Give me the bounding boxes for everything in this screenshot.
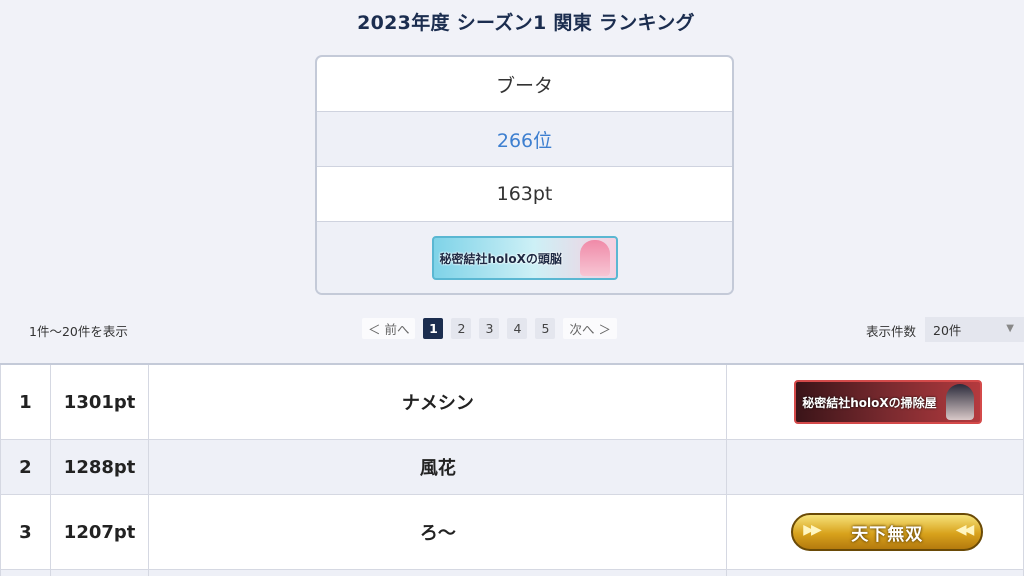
page-title: 2023年度 シーズン1 関東 ランキング [357,12,695,34]
per-page-label: 表示件数 [866,324,917,339]
rank-cell [0,569,51,576]
ranking-table: 1 1301pt ナメシン 秘密結社holoXの掃除屋 2 1288pt 風花 … [0,363,1024,576]
player-name-cell[interactable]: ナメシン [148,363,728,440]
page-button-4[interactable]: 4 [507,318,528,339]
profile-name: ブータ [317,57,732,112]
dropdown-arrow-icon: ▼ [1006,323,1014,334]
points-cell: 1301pt [49,363,150,440]
badge-cell: 秘密結社holoXの掃除屋 [726,363,1024,440]
rank-cell: 1 [0,363,51,440]
title-badge: ▶▶ 天下無双 ◀◀ [791,513,984,551]
page-button-2[interactable]: 2 [451,318,472,339]
ranking-page: 2023年度 シーズン1 関東 ランキング ブータ 266位 163pt 秘密結… [0,0,1024,576]
title-badge: 秘密結社holoXの掃除屋 [794,380,983,424]
page-button-3[interactable]: 3 [479,318,500,339]
badge-text: 天下無双 [851,524,924,545]
rank-cell: 2 [0,439,51,495]
player-profile-card: ブータ 266位 163pt 秘密結社holoXの頭脳 [315,55,734,295]
badge-character-image [946,384,975,420]
profile-badge-text: 秘密結社holoXの頭脳 [439,251,562,266]
per-page-value: 20件 [933,323,962,338]
page-button-1[interactable]: 1 [423,318,444,339]
points-cell: 1207pt [49,494,150,570]
badge-cell [726,439,1024,495]
player-name-cell [148,569,728,576]
profile-badge-row: 秘密結社holoXの頭脳 [317,222,732,293]
pagination: ＜ 前へ 1 2 3 4 5 次へ ＞ [362,318,617,339]
profile-rank: 266位 [317,112,732,167]
next-page-button[interactable]: 次へ ＞ [563,318,617,339]
badge-cell [726,569,1024,576]
badge-cell: ▶▶ 天下無双 ◀◀ [726,494,1024,570]
profile-points: 163pt [317,167,732,222]
prev-page-button[interactable]: ＜ 前へ [362,318,416,339]
page-button-5[interactable]: 5 [535,318,556,339]
per-page-select[interactable]: 20件 ▼ [925,317,1024,342]
result-count: 1件〜20件を表示 [29,324,128,339]
chevron-left-icon: ◀◀ [955,522,974,538]
player-name-cell[interactable]: ろ〜 [148,494,728,570]
badge-character-image [579,240,610,276]
profile-title-badge: 秘密結社holoXの頭脳 [431,236,618,280]
points-cell [49,569,150,576]
player-name-cell[interactable]: 風花 [148,439,728,495]
table-row[interactable]: 2 1288pt 風花 [0,439,1024,495]
rank-cell: 3 [0,494,51,570]
badge-text: 秘密結社holoXの掃除屋 [802,395,937,410]
chevron-right-icon: ▶▶ [803,522,821,538]
points-cell: 1288pt [49,439,150,495]
table-row[interactable]: 3 1207pt ろ〜 ▶▶ 天下無双 ◀◀ [0,494,1024,570]
table-row[interactable] [0,569,1024,576]
table-row[interactable]: 1 1301pt ナメシン 秘密結社holoXの掃除屋 [0,363,1024,440]
